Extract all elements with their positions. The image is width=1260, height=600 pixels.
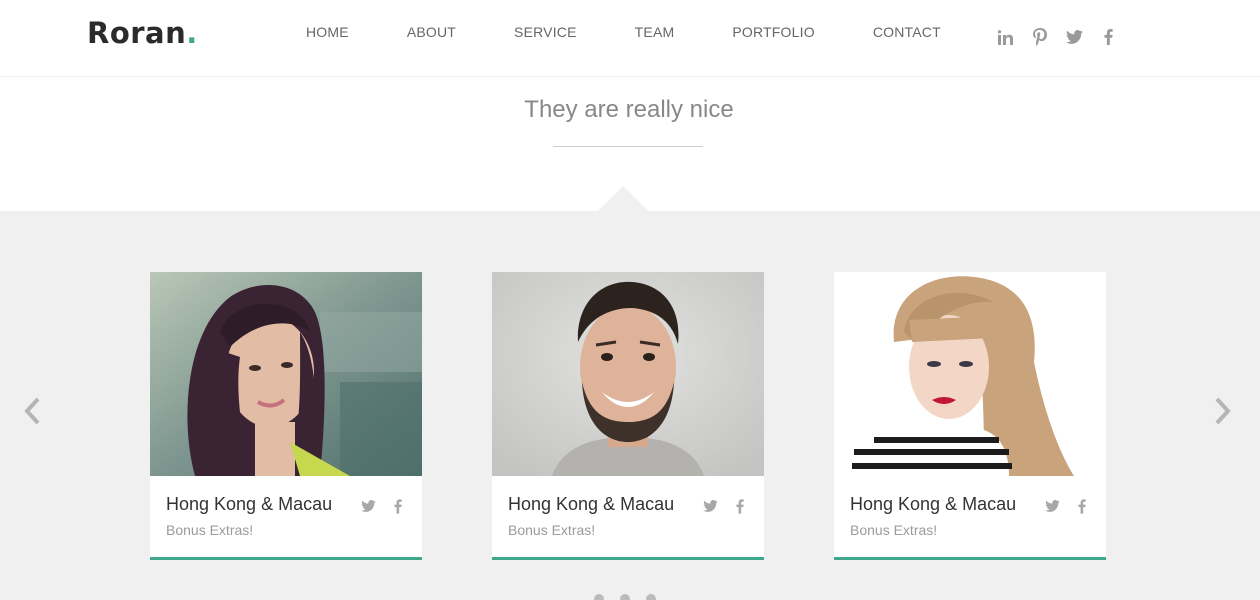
card-social xyxy=(346,498,406,514)
nav-about[interactable]: ABOUT xyxy=(407,24,456,40)
facebook-icon[interactable] xyxy=(1098,27,1118,47)
chevron-left-icon[interactable] xyxy=(22,395,44,427)
pinterest-icon[interactable] xyxy=(1030,27,1050,47)
facebook-icon[interactable] xyxy=(732,498,748,514)
title-divider xyxy=(553,146,703,147)
main-nav: HOME ABOUT SERVICE TEAM PORTFOLIO CONTAC… xyxy=(306,24,999,40)
card-name: Hong Kong & Macau xyxy=(508,494,675,514)
section-title: They are really nice xyxy=(524,96,734,123)
card-subtitle: Bonus Extras! xyxy=(850,522,938,538)
nav-home[interactable]: HOME xyxy=(306,24,349,40)
pagination-dot[interactable] xyxy=(594,594,604,600)
blonde-woman-photo xyxy=(834,272,1106,476)
facebook-icon[interactable] xyxy=(390,498,406,514)
band-notch xyxy=(598,186,648,211)
team-card: Hong Kong & Macau Bonus Extras! xyxy=(492,272,764,560)
brand-name: Roran xyxy=(87,16,187,50)
nav-service[interactable]: SERVICE xyxy=(514,24,577,40)
linkedin-icon[interactable] xyxy=(996,27,1016,47)
team-card: Hong Kong & Macau Bonus Extras! xyxy=(834,272,1106,560)
woman-dark-hair-photo xyxy=(150,272,422,476)
twitter-icon[interactable] xyxy=(360,498,376,514)
twitter-icon[interactable] xyxy=(1044,498,1060,514)
nav-contact[interactable]: CONTACT xyxy=(873,24,941,40)
chevron-right-icon[interactable] xyxy=(1211,395,1233,427)
brand-logo[interactable]: Roran. xyxy=(87,16,198,50)
card-subtitle: Bonus Extras! xyxy=(166,522,254,538)
pagination-dot[interactable] xyxy=(620,594,630,600)
card-name: Hong Kong & Macau xyxy=(850,494,1017,514)
pagination-dot[interactable] xyxy=(646,594,656,600)
nav-team[interactable]: TEAM xyxy=(635,24,675,40)
nav-portfolio[interactable]: PORTFOLIO xyxy=(732,24,814,40)
card-name: Hong Kong & Macau xyxy=(166,494,333,514)
site-header: Roran. HOME ABOUT SERVICE TEAM PORTFOLIO… xyxy=(0,0,1260,77)
team-card: Hong Kong & Macau Bonus Extras! xyxy=(150,272,422,560)
card-social xyxy=(688,498,748,514)
twitter-icon[interactable] xyxy=(702,498,718,514)
facebook-icon[interactable] xyxy=(1074,498,1090,514)
twitter-icon[interactable] xyxy=(1064,27,1084,47)
smiling-bearded-man-photo xyxy=(492,272,764,476)
card-social xyxy=(1030,498,1090,514)
card-subtitle: Bonus Extras! xyxy=(508,522,596,538)
carousel-pagination xyxy=(594,594,672,600)
brand-dot: . xyxy=(186,16,198,50)
header-social-links xyxy=(996,27,1132,47)
